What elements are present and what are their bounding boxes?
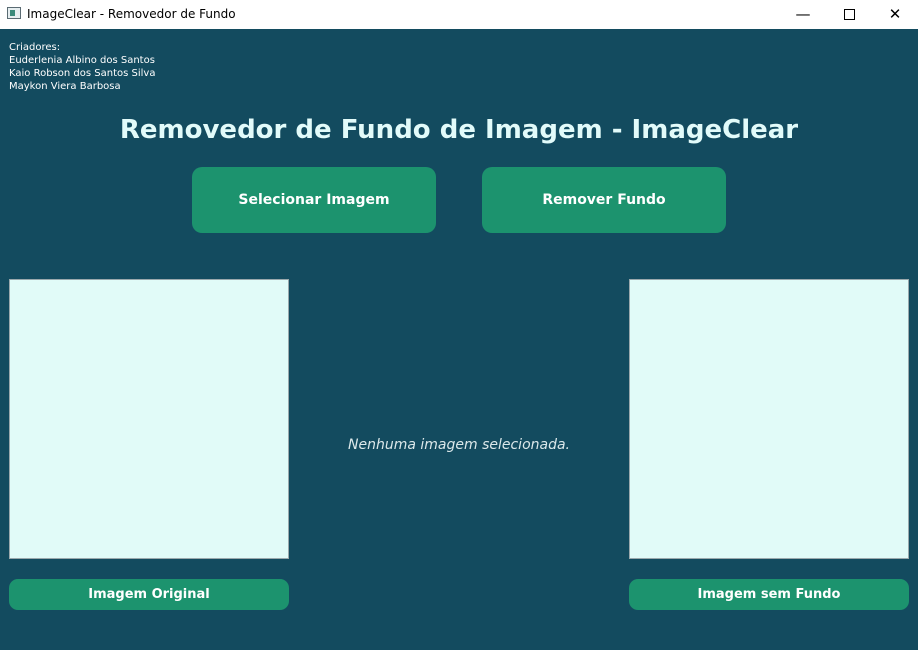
result-image-panel bbox=[629, 279, 909, 559]
creator-name: Kaio Robson dos Santos Silva bbox=[9, 68, 156, 79]
creator-name: Maykon Viera Barbosa bbox=[9, 81, 121, 92]
page-title: Removedor de Fundo de Imagem - ImageClea… bbox=[119, 115, 799, 145]
creators-credits: Criadores: Euderlenia Albino dos Santos … bbox=[9, 41, 155, 93]
close-icon: ✕ bbox=[888, 5, 902, 23]
remove-background-button[interactable]: Remover Fundo bbox=[482, 167, 726, 233]
app-icon bbox=[7, 7, 21, 19]
status-message: Nenhuma imagem selecionada. bbox=[348, 437, 570, 453]
minimize-icon: — bbox=[795, 5, 811, 23]
window-title: ImageClear - Removedor de Fundo bbox=[27, 7, 236, 21]
maximize-icon bbox=[843, 9, 855, 20]
creator-name: Euderlenia Albino dos Santos bbox=[9, 55, 155, 66]
minimize-button[interactable]: — bbox=[780, 0, 826, 29]
title-bar: ImageClear - Removedor de Fundo — ✕ bbox=[0, 0, 918, 29]
original-image-label: Imagem Original bbox=[9, 579, 289, 610]
maximize-button[interactable] bbox=[826, 0, 872, 29]
close-button[interactable]: ✕ bbox=[872, 0, 918, 29]
result-image-label: Imagem sem Fundo bbox=[629, 579, 909, 610]
original-image-panel bbox=[9, 279, 289, 559]
select-image-button[interactable]: Selecionar Imagem bbox=[192, 167, 436, 233]
creators-heading: Criadores: bbox=[9, 42, 61, 53]
